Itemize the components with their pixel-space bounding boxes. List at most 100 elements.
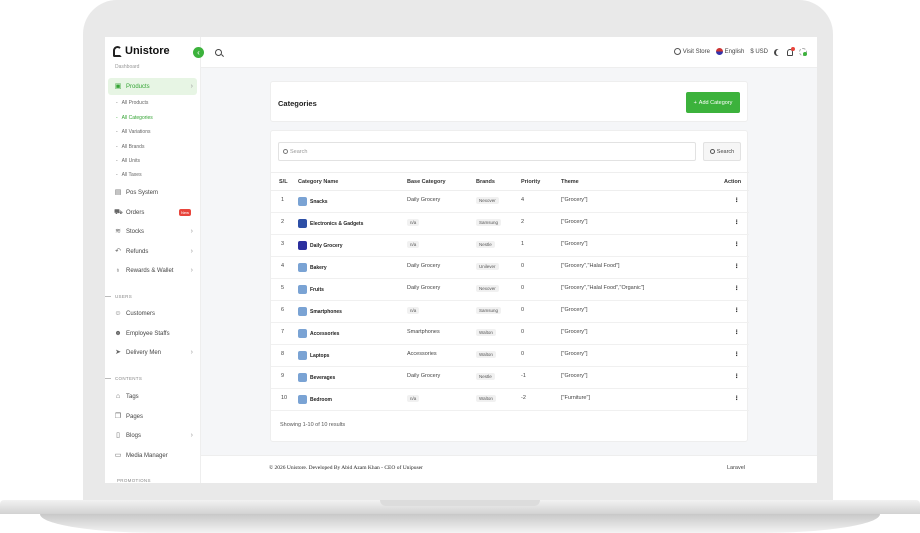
category-image [298, 285, 307, 294]
more-vertical-icon[interactable]: ··· [732, 307, 741, 312]
visit-store-link[interactable]: Visit Store [674, 48, 710, 56]
cell-category-name[interactable]: Smartphones [310, 309, 342, 315]
tag-icon: ⌂ [115, 392, 121, 400]
sidebar: Unistore Dashboard ▣ Products › - All Pro… [105, 37, 201, 483]
sidebar-item-media-manager[interactable]: ▭ Media Manager [108, 447, 197, 464]
cell-brand: Nestle [476, 373, 495, 380]
more-vertical-icon[interactable]: ··· [732, 219, 741, 224]
col-brands: Brands [476, 179, 495, 185]
pagination-info: Showing 1-10 of 10 results [280, 422, 346, 428]
cell-category-name[interactable]: Bedroom [310, 397, 332, 403]
sidebar-item-employee-staffs[interactable]: ☻ Employee Staffs [108, 325, 197, 342]
cell-theme: ["Grocery","Halal Food"] [561, 263, 620, 269]
sidebar-item-dashboard[interactable]: Dashboard [115, 64, 139, 70]
footer-right-text: Laravel [726, 465, 745, 471]
more-vertical-icon[interactable]: ··· [732, 395, 741, 400]
sidebar-item-pos[interactable]: ▤ Pos System [108, 184, 197, 201]
currency-selector[interactable]: $ USD [750, 49, 768, 55]
table-row: 2 Electronics & Gadgets n/a Samsung 2 ["Groce… [271, 213, 749, 235]
cell-category-name[interactable]: Daily Grocery [310, 243, 343, 249]
brand-logo[interactable]: Unistore [113, 45, 170, 57]
sidebar-collapse-button[interactable]: ‹ [193, 47, 204, 58]
more-vertical-icon[interactable]: ··· [732, 263, 741, 268]
avatar[interactable] [799, 48, 807, 56]
section-promotions: PROMOTIONS [117, 478, 151, 483]
bell-icon[interactable] [787, 46, 795, 56]
box-icon: ▣ [114, 82, 122, 90]
cell-base-category: Daily Grocery [407, 263, 441, 269]
cell-category-name[interactable]: Bakery [310, 265, 327, 271]
table-row: 10 Bedroom n/a Walton -2 ["Furniture"] ··· [271, 389, 749, 411]
sidebar-sub-all-products[interactable]: - All Products [116, 100, 148, 106]
sidebar-item-stocks[interactable]: ≋ Stocks › [108, 223, 197, 240]
moon-icon[interactable] [776, 49, 783, 56]
more-vertical-icon[interactable]: ··· [732, 197, 741, 202]
more-vertical-icon[interactable]: ··· [732, 241, 741, 246]
more-vertical-icon[interactable]: ··· [732, 373, 741, 378]
sidebar-sub-all-brands[interactable]: - All Brands [116, 144, 144, 150]
sidebar-item-refunds[interactable]: ↶ Refunds › [108, 243, 197, 260]
cell-priority: 0 [521, 329, 525, 335]
sidebar-item-customers[interactable]: ☺ Customers [108, 305, 197, 322]
user-icon: ☺ [114, 309, 122, 317]
sidebar-item-blogs[interactable]: ▯ Blogs › [108, 427, 197, 444]
cell-base-category: Daily Grocery [407, 197, 441, 203]
section-contents: CONTENTS [105, 376, 142, 381]
brand-name: Unistore [125, 45, 170, 57]
cell-category-name[interactable]: Beverages [310, 375, 335, 381]
sidebar-sub-all-categories[interactable]: - All Categories [116, 115, 153, 121]
cell-category-name[interactable]: Electronics & Gadgets [310, 221, 363, 227]
cell-priority: 0 [521, 307, 525, 313]
categories-card: Search Search S/L Category Name Base Cat… [270, 130, 749, 442]
sidebar-item-pages[interactable]: ❐ Pages [108, 408, 197, 425]
sidebar-sub-all-variations[interactable]: - All Variations [116, 129, 150, 135]
category-image [298, 219, 307, 228]
cell-theme: ["Grocery"] [561, 197, 588, 203]
sidebar-item-delivery-men[interactable]: ➤ Delivery Men › [108, 344, 197, 361]
more-vertical-icon[interactable]: ··· [732, 351, 741, 356]
cell-sl: 5 [281, 285, 285, 291]
language-selector[interactable]: English [715, 48, 744, 56]
cell-sl: 6 [281, 307, 285, 313]
chevron-right-icon: › [190, 349, 193, 356]
cart-icon: ⛟ [114, 208, 123, 216]
cell-brand: Nexover [476, 285, 499, 292]
cell-base-category: Smartphones [407, 329, 440, 335]
add-category-button[interactable]: + Add Category [686, 92, 740, 113]
cell-category-name[interactable]: Laptops [310, 353, 329, 359]
chevron-right-icon: › [190, 248, 193, 255]
cell-base-category: n/a [407, 307, 420, 314]
cell-theme: ["Grocery"] [561, 307, 588, 313]
cell-category-name[interactable]: Snacks [310, 199, 328, 205]
copyright-text: © 2026 Unistore. Developed By Abid Azam … [269, 465, 423, 471]
cell-priority: 4 [521, 197, 525, 203]
page-header-card: Categories + Add Category [270, 81, 748, 122]
sidebar-sub-all-taxes[interactable]: - All Taxes [116, 172, 142, 178]
cell-theme: ["Grocery"] [561, 241, 588, 247]
sidebar-item-orders[interactable]: ⛟ Orders New [108, 204, 197, 221]
col-category-name: Category Name [298, 179, 339, 185]
more-vertical-icon[interactable]: ··· [732, 329, 741, 334]
cell-category-name[interactable]: Fruits [310, 287, 324, 293]
search-button[interactable]: Search [703, 142, 741, 161]
pos-icon: ▤ [114, 188, 122, 196]
cell-base-category: n/a [407, 241, 420, 248]
cell-base-category: n/a [407, 219, 420, 226]
app-screen: Unistore Dashboard ▣ Products › - All Pro… [105, 37, 817, 483]
more-vertical-icon[interactable]: ··· [732, 285, 741, 290]
sidebar-item-rewards[interactable]: ♁ Rewards & Wallet › [108, 262, 197, 279]
sidebar-item-products[interactable]: ▣ Products › [108, 78, 197, 95]
cell-brand: Nexover [476, 197, 499, 204]
table-row: 1 Snacks Daily Grocery Nexover 4 ["Grocery"] ·… [271, 191, 749, 213]
sidebar-sub-all-units[interactable]: - All Units [116, 158, 140, 164]
search-input[interactable]: Search [278, 142, 696, 161]
cell-sl: 2 [281, 219, 285, 225]
folder-icon: ▭ [114, 451, 122, 459]
sidebar-item-tags[interactable]: ⌂ Tags [108, 388, 197, 405]
cell-theme: ["Furniture"] [561, 395, 590, 401]
cell-brand: Samsung [476, 307, 502, 314]
cell-category-name[interactable]: Accessories [310, 331, 339, 337]
search-icon[interactable] [215, 49, 222, 56]
col-base-category: Base Category [407, 179, 446, 185]
send-icon: ➤ [115, 348, 121, 356]
